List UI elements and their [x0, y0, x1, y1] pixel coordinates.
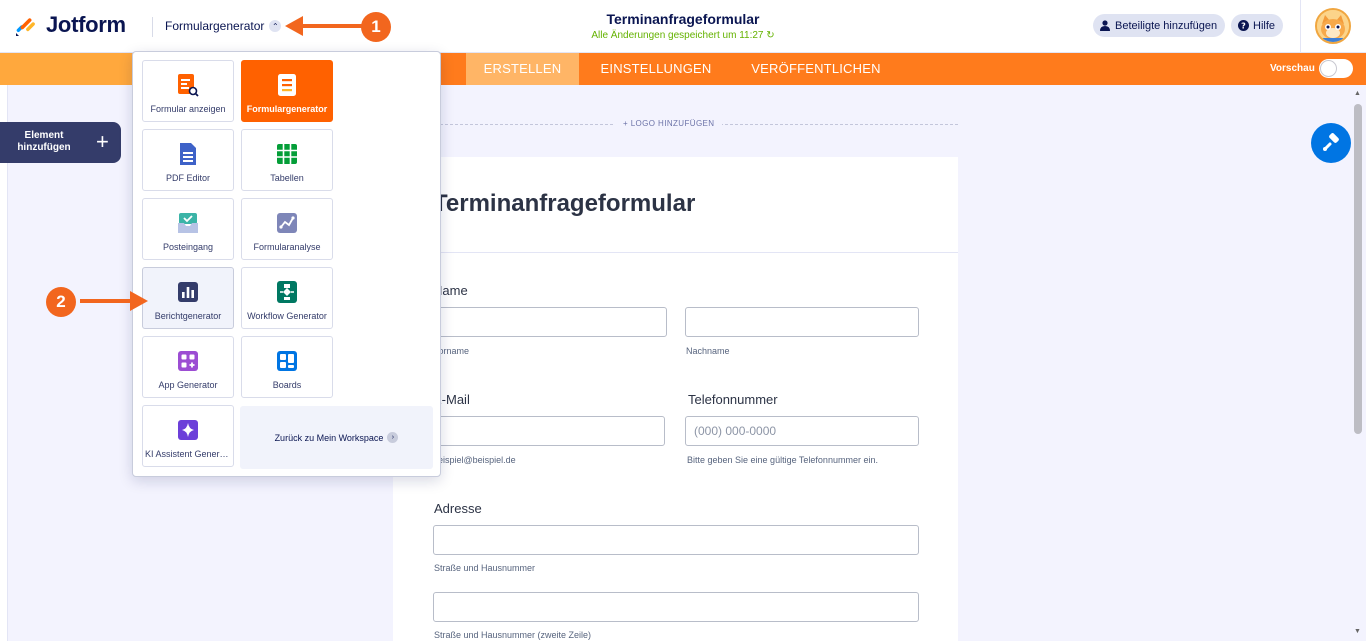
app-switcher-dropdown: Formular anzeigen Formulargenerator PDF …: [132, 51, 441, 477]
preview-label: Vorschau: [1270, 63, 1315, 74]
top-header: Jotform Formulargenerator ⌃ Terminanfrag…: [0, 0, 1366, 53]
phone-input[interactable]: (000) 000-0000: [685, 416, 919, 446]
left-panel: [0, 85, 8, 641]
save-status-text: Alle Änderungen gespeichert um 11:27: [591, 30, 764, 41]
preview-toggle-knob: [1321, 61, 1336, 76]
tile-workflow-label: Workflow Generator: [247, 311, 327, 321]
email-sublabel: beispiel@beispiel.de: [433, 455, 516, 465]
tile-analytics-label: Formularanalyse: [253, 242, 321, 252]
card-divider: [393, 252, 958, 253]
pdf-editor-icon: [180, 143, 196, 165]
tile-boards[interactable]: Boards: [241, 336, 333, 398]
help-button[interactable]: ? Hilfe: [1231, 14, 1284, 37]
add-logo-button[interactable]: + LOGO HINZUFÜGEN: [615, 119, 723, 128]
form-view-icon: [178, 74, 199, 97]
tile-tables[interactable]: Tabellen: [241, 129, 333, 191]
tile-workflow[interactable]: Workflow Generator: [241, 267, 333, 329]
avatar-cat-icon: [1317, 10, 1349, 42]
add-participants-label: Beteiligte hinzufügen: [1115, 19, 1218, 32]
tile-tables-label: Tabellen: [270, 173, 304, 183]
email-input[interactable]: [433, 416, 665, 446]
tab-veroeffentlichen[interactable]: VERÖFFENTLICHEN: [740, 53, 892, 85]
tile-ai-agent[interactable]: KI Assistent Generator: [142, 405, 234, 467]
paint-roller-icon: [1323, 133, 1339, 151]
back-to-workspace-label: Zurück zu Mein Workspace: [274, 432, 384, 443]
last-name-input[interactable]: [685, 307, 919, 337]
tile-form-builder[interactable]: Formulargenerator: [241, 60, 333, 122]
analytics-icon: [277, 213, 297, 233]
avatar[interactable]: [1315, 8, 1351, 44]
last-name-sublabel: Nachname: [686, 346, 730, 356]
ai-agent-icon: [178, 420, 198, 440]
phone-sublabel: Bitte geben Sie eine gültige Telefonnumm…: [687, 455, 878, 465]
tile-form-view-label: Formular anzeigen: [150, 104, 226, 114]
tab-erstellen[interactable]: ERSTELLEN: [466, 53, 579, 85]
annotation-arrow-1: [285, 16, 363, 36]
form-heading[interactable]: Terminanfrageformular: [433, 190, 695, 218]
svg-text:?: ?: [1241, 21, 1246, 30]
add-element-button[interactable]: Element hinzufügen +: [0, 122, 121, 163]
back-to-workspace-button[interactable]: Zurück zu Mein Workspace ›: [240, 406, 433, 469]
tile-inbox-label: Posteingang: [162, 242, 214, 252]
tile-pdf-editor-label: PDF Editor: [165, 173, 210, 183]
inbox-icon: [178, 213, 198, 233]
form-designer-button[interactable]: [1311, 123, 1351, 163]
form-card: Terminanfrageformular Name Vorname Nachn…: [393, 157, 958, 641]
tile-inbox[interactable]: Posteingang: [142, 198, 234, 260]
phone-label: Telefonnummer: [688, 392, 778, 407]
scroll-down-arrow-icon[interactable]: ▼: [1354, 628, 1361, 635]
tile-pdf-editor[interactable]: PDF Editor: [142, 129, 234, 191]
tab-einstellungen[interactable]: EINSTELLUNGEN: [590, 53, 722, 85]
annotation-badge-2: 2: [46, 287, 76, 317]
tile-analytics[interactable]: Formularanalyse: [241, 198, 333, 260]
chevron-right-icon: ›: [387, 432, 399, 443]
tile-app-builder[interactable]: App Generator: [142, 336, 234, 398]
tile-ai-agent-label: KI Assistent Generator: [145, 449, 231, 459]
tile-boards-label: Boards: [272, 380, 302, 390]
workflow-icon: [277, 281, 297, 303]
tile-form-builder-label: Formulargenerator: [246, 104, 328, 114]
annotation-arrow-2: [80, 291, 148, 311]
header-separator-right: [1300, 0, 1301, 53]
boards-icon: [277, 351, 297, 371]
tables-icon: [277, 144, 297, 164]
street-input[interactable]: [433, 525, 919, 555]
address-label: Adresse: [434, 501, 482, 516]
scrollbar-thumb[interactable]: [1354, 104, 1362, 434]
refresh-icon: ↻: [766, 30, 775, 41]
help-icon: ?: [1237, 20, 1249, 32]
user-icon: [1099, 20, 1111, 32]
report-builder-icon: [178, 282, 198, 302]
street2-input[interactable]: [433, 592, 919, 622]
annotation-badge-1: 1: [361, 12, 391, 42]
add-participants-button[interactable]: Beteiligte hinzufügen: [1093, 14, 1226, 37]
street-sublabel: Straße und Hausnummer: [434, 563, 536, 573]
tile-app-builder-label: App Generator: [158, 380, 218, 390]
tile-report-builder-label: Berichtgenerator: [154, 311, 222, 321]
help-label: Hilfe: [1253, 19, 1276, 32]
plus-icon: +: [96, 129, 109, 154]
street2-sublabel: Straße und Hausnummer (zweite Zeile): [434, 630, 592, 640]
preview-toggle[interactable]: [1319, 59, 1353, 78]
form-builder-icon: [278, 74, 296, 96]
add-element-label: Element hinzufügen: [17, 130, 71, 153]
app-builder-icon: [178, 351, 198, 371]
tile-form-view[interactable]: Formular anzeigen: [142, 60, 234, 122]
scroll-up-arrow-icon[interactable]: ▲: [1354, 90, 1361, 97]
tile-report-builder[interactable]: Berichtgenerator: [142, 267, 234, 329]
first-name-input[interactable]: [433, 307, 667, 337]
